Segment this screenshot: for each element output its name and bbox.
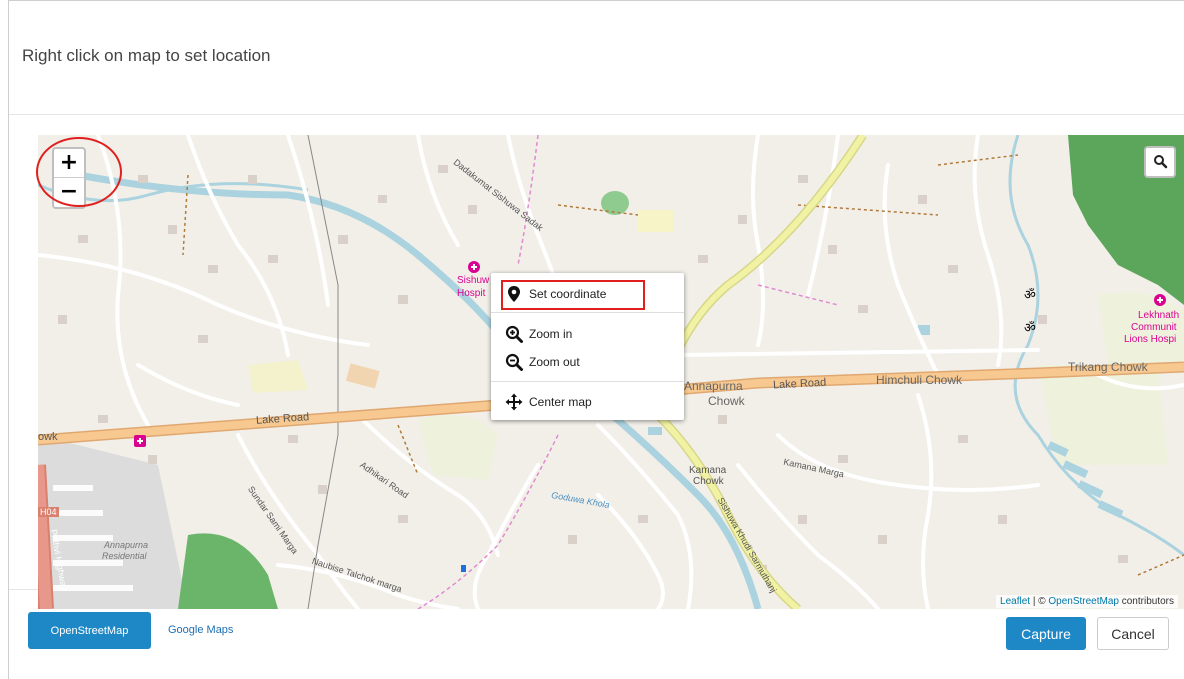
cancel-button[interactable]: Cancel xyxy=(1097,617,1169,650)
zoom-out-menu-item[interactable]: Zoom out xyxy=(491,349,684,375)
set-coordinate-annotation xyxy=(501,280,645,310)
zoom-out-icon xyxy=(505,353,523,371)
map-label: Communit xyxy=(1131,322,1177,333)
dialog-header: Right click on map to set location xyxy=(9,1,1184,115)
map-label: owk xyxy=(38,431,58,443)
menu-separator xyxy=(491,312,684,313)
map-label: Kamana xyxy=(689,465,727,476)
map-label: ॐ xyxy=(1024,288,1036,303)
openstreetmap-link[interactable]: OpenStreetMap xyxy=(1048,596,1119,607)
map-label: Sishuw xyxy=(457,275,490,286)
map-label: Lions Hospi xyxy=(1124,334,1177,345)
openstreetmap-tab[interactable]: OpenStreetMap xyxy=(28,612,151,649)
search-icon xyxy=(1154,155,1168,169)
attribution-contributors: contributors xyxy=(1118,596,1174,607)
map-label: Chowk xyxy=(708,394,745,408)
zoom-in-icon xyxy=(505,325,523,343)
zoom-control-annotation xyxy=(36,137,122,207)
menu-item-label: Zoom in xyxy=(529,327,573,341)
map-label: Lekhnath xyxy=(1138,310,1180,321)
map-label: Annapurna xyxy=(104,540,149,550)
map-label: H04 xyxy=(38,507,59,517)
map-search-button[interactable] xyxy=(1144,146,1176,178)
center-map-menu-item[interactable]: Center map xyxy=(491,389,684,415)
menu-item-label: Center map xyxy=(529,395,592,409)
map-view[interactable]: owk Lake Road Lake Road Sishuw Hospit An… xyxy=(38,135,1184,609)
menu-item-label: Zoom out xyxy=(529,355,580,369)
dialog-title: Right click on map to set location xyxy=(22,46,271,65)
map-label: Annapurna xyxy=(684,379,743,393)
capture-button[interactable]: Capture xyxy=(1006,617,1086,650)
map-label: ॐ xyxy=(1024,321,1036,336)
zoom-in-menu-item[interactable]: Zoom in xyxy=(491,321,684,347)
google-maps-tab[interactable]: Google Maps xyxy=(168,624,233,636)
map-label: Residential xyxy=(102,551,147,561)
map-label: Hospit xyxy=(457,288,486,299)
map-label: Himchuli Chowk xyxy=(876,373,963,387)
leaflet-link[interactable]: Leaflet xyxy=(1000,596,1030,607)
map-label: Trikang Chowk xyxy=(1068,360,1148,374)
attribution-separator: | © xyxy=(1030,596,1049,607)
map-label: Chowk xyxy=(693,476,724,487)
map-attribution: Leaflet | © OpenStreetMap contributors xyxy=(996,595,1178,608)
move-arrows-icon xyxy=(505,393,523,411)
menu-separator xyxy=(491,381,684,382)
